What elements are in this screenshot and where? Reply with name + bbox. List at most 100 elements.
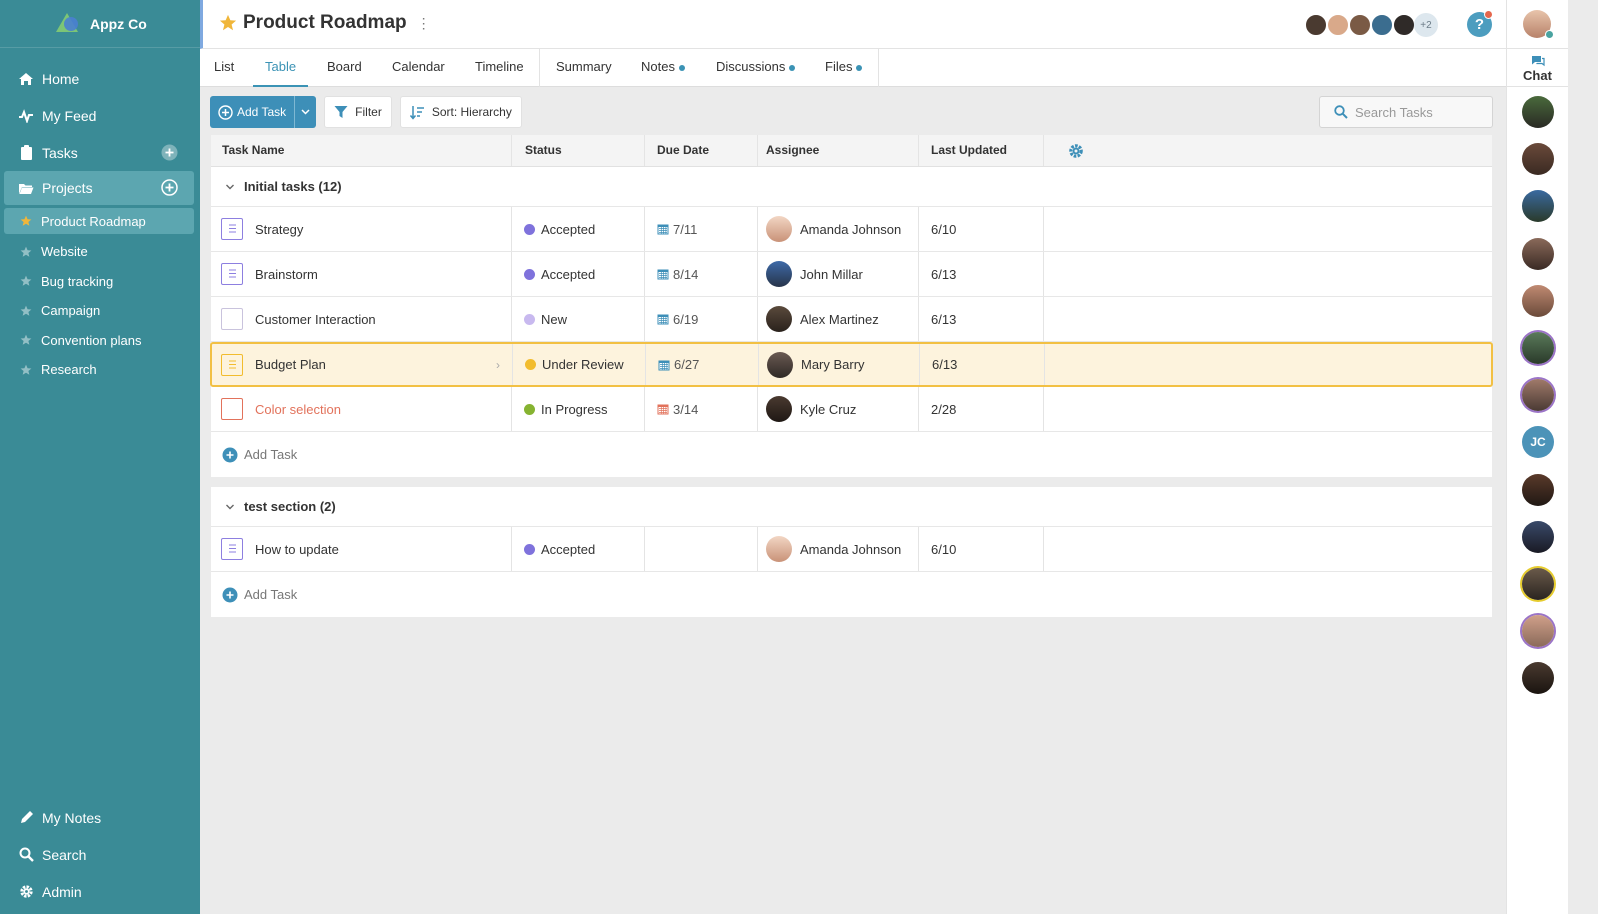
project-item[interactable]: Bug tracking (0, 267, 200, 297)
chat-user-avatar[interactable] (1522, 379, 1554, 412)
nav-my-notes[interactable]: My Notes (0, 799, 200, 836)
nav-my-feed-label: My Feed (42, 107, 97, 124)
column-last-updated[interactable]: Last Updated (931, 135, 1007, 167)
chevron-right-icon[interactable]: › (496, 358, 500, 372)
assignee-name[interactable]: Alex Martinez (800, 312, 879, 327)
chat-user-avatar[interactable] (1522, 662, 1554, 695)
nav-my-feed[interactable]: My Feed (0, 97, 200, 134)
help-button[interactable]: ? (1467, 10, 1493, 37)
chat-user-avatar[interactable] (1522, 284, 1554, 317)
task-type-icon[interactable] (221, 308, 243, 330)
table-row[interactable]: Brainstorm Accepted 8/14 John Millar 6/1… (211, 252, 1492, 297)
task-name[interactable]: Strategy (255, 222, 303, 237)
favorite-star-icon[interactable] (219, 14, 237, 32)
section-header[interactable]: test section (2) (211, 487, 1492, 527)
due-date[interactable]: 8/14 (673, 267, 698, 282)
project-item[interactable]: Product Roadmap (4, 208, 194, 234)
chevron-down-icon[interactable] (225, 502, 235, 512)
assignee-name[interactable]: Mary Barry (801, 357, 865, 372)
chat-button[interactable]: Chat (1507, 49, 1568, 87)
project-item[interactable]: Research (0, 355, 200, 385)
tab-table[interactable]: Table (253, 49, 309, 87)
task-name[interactable]: Customer Interaction (255, 312, 376, 327)
chat-user-avatar[interactable] (1522, 615, 1554, 648)
column-assignee[interactable]: Assignee (766, 135, 819, 167)
column-status[interactable]: Status (525, 135, 562, 167)
calendar-icon (658, 360, 670, 370)
sort-button[interactable]: Sort: Hierarchy (399, 96, 522, 128)
add-task-dropdown[interactable] (294, 96, 317, 128)
filter-button[interactable]: Filter (324, 96, 392, 128)
add-project-plus-icon[interactable] (161, 179, 178, 196)
status-value[interactable]: In Progress (541, 402, 607, 417)
search-tasks[interactable] (1319, 96, 1493, 128)
assignee-name[interactable]: Amanda Johnson (800, 542, 901, 557)
project-item[interactable]: Website (0, 237, 200, 267)
assignee-name[interactable]: Kyle Cruz (800, 402, 856, 417)
project-members[interactable]: +2 (1304, 13, 1438, 37)
chat-user-avatar[interactable] (1522, 568, 1554, 600)
status-value[interactable]: Accepted (541, 267, 595, 282)
task-name[interactable]: How to update (255, 542, 339, 557)
task-type-icon[interactable] (221, 398, 243, 420)
last-updated: 6/10 (931, 221, 957, 237)
table-row[interactable]: Color selection In Progress 3/14 Kyle Cr… (211, 387, 1492, 432)
more-options-icon[interactable]: ⋮ (417, 15, 431, 32)
add-task-row[interactable]: Add Task (211, 572, 1492, 617)
chevron-down-icon[interactable] (225, 182, 235, 192)
tab-timeline[interactable]: Timeline (475, 49, 524, 87)
tab-discussions[interactable]: Discussions (716, 49, 796, 87)
chat-user-avatar[interactable] (1522, 520, 1554, 553)
nav-admin[interactable]: Admin (0, 873, 200, 910)
due-date[interactable]: 6/19 (673, 312, 698, 327)
task-type-icon[interactable] (221, 263, 243, 285)
section-header[interactable]: Initial tasks (12) (211, 167, 1492, 207)
add-task-plus-icon[interactable] (161, 144, 178, 161)
column-due-date[interactable]: Due Date (657, 135, 709, 167)
task-type-icon[interactable] (221, 218, 243, 240)
due-date[interactable]: 7/11 (673, 222, 697, 237)
task-name[interactable]: Brainstorm (255, 267, 318, 282)
nav-tasks[interactable]: Tasks (0, 134, 200, 171)
assignee-name[interactable]: John Millar (800, 267, 863, 282)
due-date[interactable]: 6/27 (674, 357, 699, 372)
table-row[interactable]: Strategy Accepted 7/11 Amanda Johnson 6/… (211, 207, 1492, 252)
task-name[interactable]: Color selection (255, 402, 341, 417)
status-value[interactable]: New (541, 312, 567, 327)
status-value[interactable]: Accepted (541, 542, 595, 557)
brand[interactable]: Appz Co (0, 0, 200, 48)
status-value[interactable]: Under Review (542, 357, 624, 372)
nav-search[interactable]: Search (0, 836, 200, 873)
chat-user-initials[interactable]: JC (1522, 426, 1554, 459)
chat-user-avatar[interactable] (1522, 237, 1554, 270)
add-task-row[interactable]: Add Task (211, 432, 1492, 477)
column-task-name[interactable]: Task Name (222, 135, 284, 167)
project-item[interactable]: Convention plans (0, 326, 200, 356)
table-row[interactable]: Budget Plan › Under Review 6/27 Mary Bar… (210, 342, 1493, 387)
tab-calendar[interactable]: Calendar (392, 49, 445, 87)
table-row[interactable]: How to update Accepted Amanda Johnson 6/… (211, 527, 1492, 572)
chat-user-avatar[interactable] (1522, 332, 1554, 364)
tab-list[interactable]: List (214, 49, 234, 87)
nav-projects[interactable]: Projects (4, 171, 194, 205)
add-task-button[interactable]: Add Task (210, 96, 295, 128)
task-type-icon[interactable] (221, 353, 243, 376)
project-item[interactable]: Campaign (0, 296, 200, 326)
task-type-icon[interactable] (221, 538, 243, 560)
tab-board[interactable]: Board (327, 49, 362, 87)
tab-summary[interactable]: Summary (556, 49, 612, 87)
chat-user-avatar[interactable] (1522, 143, 1554, 176)
search-tasks-input[interactable] (1355, 104, 1485, 120)
nav-home[interactable]: Home (0, 60, 200, 97)
tab-files[interactable]: Files (825, 49, 863, 87)
chat-user-avatar[interactable] (1522, 96, 1554, 128)
tab-notes[interactable]: Notes (641, 49, 685, 87)
status-value[interactable]: Accepted (541, 222, 595, 237)
due-date[interactable]: 3/14 (673, 402, 698, 417)
column-settings-gear-icon[interactable] (1068, 143, 1084, 159)
assignee-name[interactable]: Amanda Johnson (800, 222, 901, 237)
chat-user-avatar[interactable] (1522, 473, 1554, 506)
table-row[interactable]: Customer Interaction New 6/19 Alex Marti… (211, 297, 1492, 342)
task-name[interactable]: Budget Plan (255, 357, 326, 372)
chat-user-avatar[interactable] (1522, 190, 1554, 223)
